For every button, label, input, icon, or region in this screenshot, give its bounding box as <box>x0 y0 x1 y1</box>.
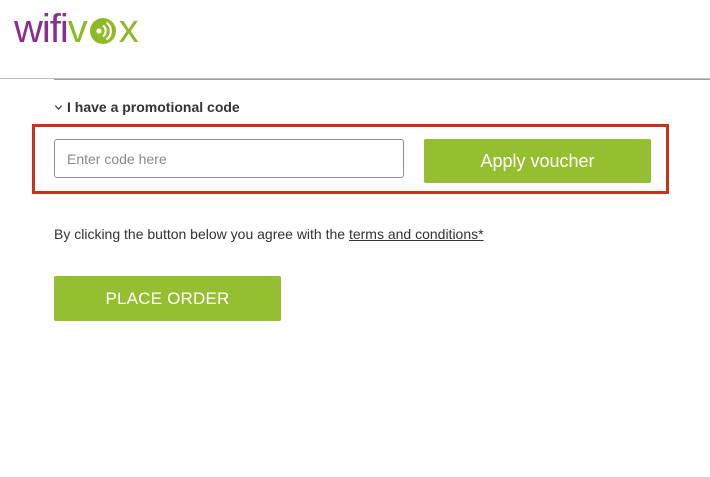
logo-text-wifi: wifi <box>14 7 69 51</box>
place-order-button[interactable]: PLACE ORDER <box>54 276 281 321</box>
logo-text-x: x <box>118 7 139 51</box>
wifi-signal-icon <box>88 16 118 46</box>
terms-prefix: By clicking the button below you agree w… <box>54 226 349 242</box>
apply-voucher-button[interactable]: Apply voucher <box>424 139 651 183</box>
section-divider <box>54 79 710 80</box>
logo-text-v: v <box>67 7 88 51</box>
chevron-down-icon <box>54 104 63 110</box>
promo-toggle-label: I have a promotional code <box>67 99 240 115</box>
promo-code-toggle[interactable]: I have a promotional code <box>54 98 240 116</box>
terms-link[interactable]: terms and conditions* <box>349 226 484 242</box>
place-order-label: PLACE ORDER <box>105 288 230 308</box>
apply-voucher-label: Apply voucher <box>480 150 595 171</box>
promo-code-input[interactable] <box>54 139 404 178</box>
site-header: wifi v x <box>0 0 710 79</box>
terms-notice: By clicking the button below you agree w… <box>54 226 484 242</box>
wifivox-logo[interactable]: wifi v x <box>14 7 139 51</box>
